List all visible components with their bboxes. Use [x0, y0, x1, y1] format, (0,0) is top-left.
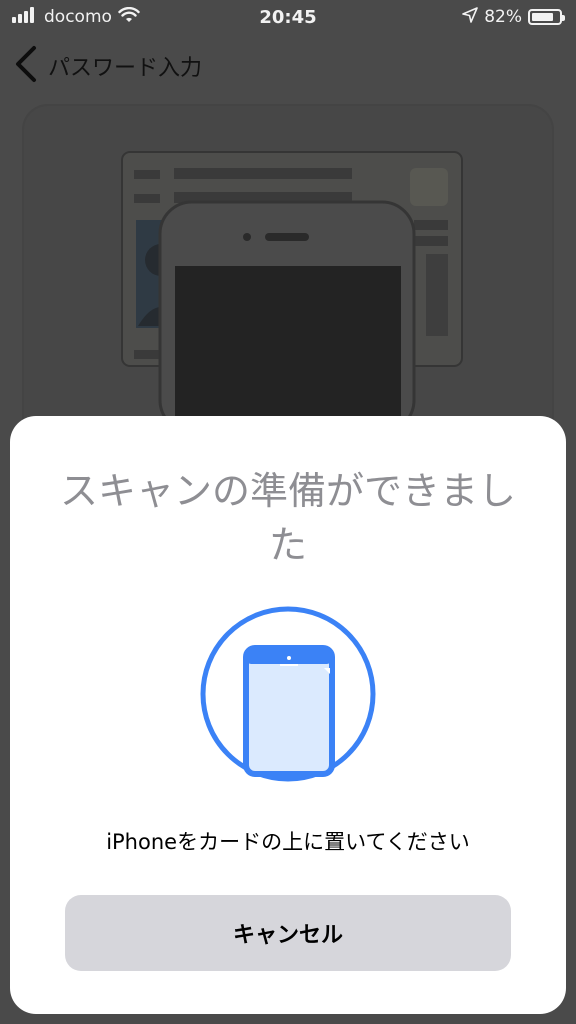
sheet-instruction: iPhoneをカードの上に置いてください [106, 830, 470, 854]
status-bar: docomo 20:45 82% [0, 0, 576, 34]
cancel-button[interactable]: キャンセル [65, 895, 511, 971]
back-button[interactable]: パスワード入力 [12, 44, 202, 88]
card-phone-illustration [120, 150, 466, 436]
status-bar-right: 82% [462, 6, 565, 28]
scan-sheet: スキャンの準備ができました iPhoneをカードの上に置いてください キャンセル [10, 416, 566, 1014]
signal-bars-icon [12, 6, 38, 28]
nav-bar: パスワード入力 [0, 38, 576, 94]
battery-level-fill [532, 13, 554, 21]
location-arrow-icon [462, 6, 479, 28]
status-bar-left: docomo [12, 6, 140, 28]
battery-icon [528, 9, 565, 25]
wifi-icon [118, 6, 140, 28]
battery-percent: 82% [484, 7, 522, 27]
chevron-left-icon [12, 44, 40, 88]
carrier-name: docomo [44, 7, 112, 27]
page-title: パスワード入力 [48, 56, 203, 81]
phone-scan-icon [200, 606, 376, 786]
sheet-title: スキャンの準備ができました [59, 469, 516, 567]
